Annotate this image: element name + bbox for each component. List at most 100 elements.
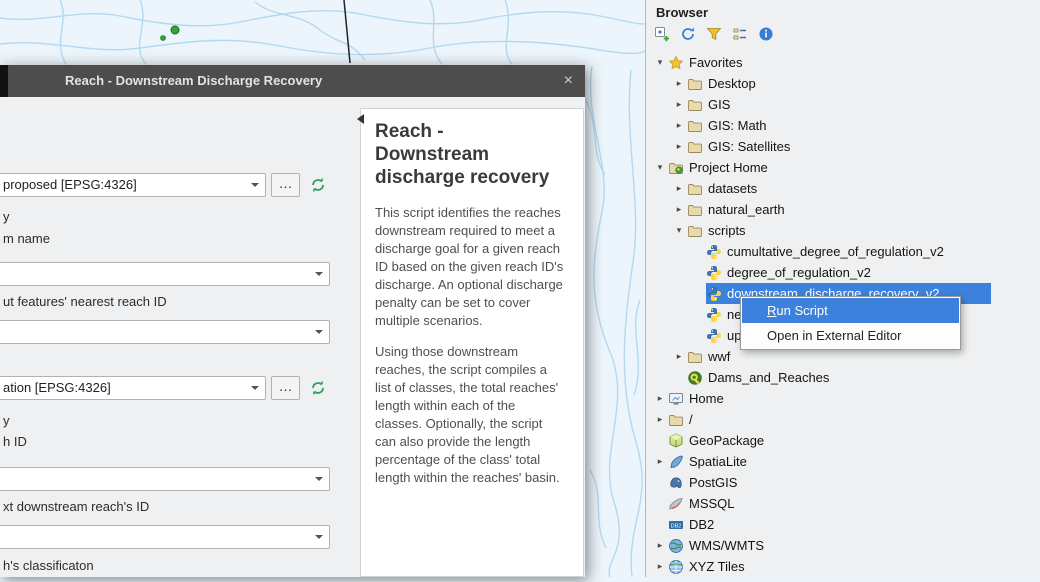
tree-item-db2[interactable]: DB2DB2	[646, 514, 1040, 535]
field-combobox[interactable]	[0, 262, 330, 286]
tree-item-content[interactable]: GIS: Satellites	[687, 136, 793, 157]
expand-arrow-icon[interactable]: ▸	[671, 351, 687, 362]
layer-combobox-value: proposed [EPSG:4326]	[3, 174, 137, 196]
tree-item-content[interactable]: Favorites	[668, 52, 745, 73]
tree-item-content[interactable]: XYZ Tiles	[668, 556, 748, 577]
expand-arrow-icon[interactable]: ▸	[671, 78, 687, 89]
point-combobox-value: ation [EPSG:4326]	[3, 377, 111, 399]
tree-item-label: natural_earth	[708, 199, 785, 220]
browser-panel-title: Browser	[646, 0, 1040, 20]
tree-item-content[interactable]: scripts	[687, 220, 749, 241]
collapse-arrow-icon[interactable]: ▾	[671, 225, 687, 236]
point-combobox[interactable]: ation [EPSG:4326]	[0, 376, 266, 400]
folder-icon	[687, 223, 703, 239]
dialog-body: proposed [EPSG:4326] … y m name ut featu…	[0, 97, 585, 577]
expand-arrow-icon[interactable]: ▸	[671, 99, 687, 110]
tree-item-degree-of-regulation-v2[interactable]: degree_of_regulation_v2	[646, 262, 1040, 283]
tree-item-xyz-tiles[interactable]: ▸ XYZ Tiles	[646, 556, 1040, 577]
tree-item-content[interactable]: Desktop	[687, 73, 759, 94]
reproject-button[interactable]	[304, 376, 331, 400]
mssql-icon	[668, 496, 684, 512]
tree-item-project-home[interactable]: ▾Project Home	[646, 157, 1040, 178]
tree-item-content[interactable]: GIS	[687, 94, 733, 115]
dialog-titlebar[interactable]: Reach - Downstream Discharge Recovery ×	[0, 65, 585, 97]
expand-arrow-icon[interactable]: ▸	[671, 141, 687, 152]
python-icon	[706, 265, 722, 281]
collapse-arrow-icon[interactable]: ▾	[652, 57, 668, 68]
tree-item-content[interactable]: Project Home	[668, 157, 771, 178]
tree-item-label: Favorites	[689, 52, 742, 73]
tree-item-item[interactable]: ▸/	[646, 409, 1040, 430]
tree-item-datasets[interactable]: ▸datasets	[646, 178, 1040, 199]
tree-item-content[interactable]: Dams_and_Reaches	[687, 367, 832, 388]
tree-item-content[interactable]: natural_earth	[687, 199, 788, 220]
properties-widget-icon[interactable]	[757, 25, 775, 43]
tree-item-home[interactable]: ▸Home	[646, 388, 1040, 409]
tree-item-wms-wmts[interactable]: ▸WMS/WMTS	[646, 535, 1040, 556]
folder-icon	[687, 118, 703, 134]
expand-arrow-icon[interactable]: ▸	[671, 204, 687, 215]
collapse-arrow-icon[interactable]: ▾	[652, 162, 668, 173]
tree-item-content[interactable]: MSSQL	[668, 493, 738, 514]
close-icon[interactable]: ×	[564, 65, 573, 97]
field-combobox[interactable]	[0, 467, 330, 491]
param-label-fragment: xt downstream reach's ID	[3, 499, 149, 514]
tree-item-content[interactable]: Home	[668, 388, 727, 409]
tree-item-content[interactable]: /	[668, 409, 696, 430]
expand-arrow-icon[interactable]: ▸	[671, 183, 687, 194]
tree-item-content[interactable]: degree_of_regulation_v2	[706, 262, 874, 283]
browse-button[interactable]: …	[271, 376, 300, 400]
menu-item-open-in-external-editor[interactable]: Open in External Editor	[742, 323, 959, 348]
tree-item-content[interactable]: DB2DB2	[668, 514, 717, 535]
tree-item-content[interactable]: wwf	[687, 346, 733, 367]
tree-item-content[interactable]: WMS/WMTS	[668, 535, 767, 556]
tree-item-label: /	[689, 409, 693, 430]
tree-item-favorites[interactable]: ▾ Favorites	[646, 52, 1040, 73]
tree-item-mssql[interactable]: MSSQL	[646, 493, 1040, 514]
filter-browser-icon[interactable]	[705, 25, 723, 43]
expand-arrow-icon[interactable]: ▸	[652, 393, 668, 404]
tree-item-dams-and-reaches[interactable]: Dams_and_Reaches	[646, 367, 1040, 388]
tree-item-geopackage[interactable]: GeoPackage	[646, 430, 1040, 451]
tree-item-natural-earth[interactable]: ▸ natural_earth	[646, 199, 1040, 220]
collapse-all-icon[interactable]	[731, 25, 749, 43]
field-combobox[interactable]	[0, 525, 330, 549]
tree-item-content[interactable]: GeoPackage	[668, 430, 767, 451]
tree-item-content[interactable]: PostGIS	[668, 472, 740, 493]
tree-item-scripts[interactable]: ▾scripts	[646, 220, 1040, 241]
tree-item-gis[interactable]: ▸GIS	[646, 94, 1040, 115]
map-point-marker	[171, 26, 179, 34]
tree-item-label: GeoPackage	[689, 430, 764, 451]
param-label-fragment: h ID	[3, 434, 27, 449]
browse-button[interactable]: …	[271, 173, 300, 197]
layer-combobox[interactable]: proposed [EPSG:4326]	[0, 173, 266, 197]
tree-item-desktop[interactable]: ▸Desktop	[646, 73, 1040, 94]
add-selected-layers-icon[interactable]	[653, 25, 671, 43]
refresh-icon[interactable]	[679, 25, 697, 43]
expand-arrow-icon[interactable]: ▸	[652, 456, 668, 467]
tree-item-content[interactable]: cumultative_degree_of_regulation_v2	[706, 241, 947, 262]
tree-item-gis-math[interactable]: ▸GIS: Math	[646, 115, 1040, 136]
tree-item-postgis[interactable]: PostGIS	[646, 472, 1040, 493]
menu-item-run-script[interactable]: Run Script	[742, 298, 959, 323]
tree-item-cumultative-degree-of-regulation-v2[interactable]: cumultative_degree_of_regulation_v2	[646, 241, 1040, 262]
tree-item-label: XYZ Tiles	[689, 556, 745, 577]
tree-item-content[interactable]: ne	[706, 304, 744, 325]
tree-item-content[interactable]: GIS: Math	[687, 115, 770, 136]
tree-item-gis-satellites[interactable]: ▸GIS: Satellites	[646, 136, 1040, 157]
tree-item-content[interactable]: datasets	[687, 178, 760, 199]
tree-item-content[interactable]: up	[706, 325, 744, 346]
expand-arrow-icon[interactable]: ▸	[652, 561, 668, 572]
tree-item-content[interactable]: SpatiaLite	[668, 451, 750, 472]
tree-item-spatialite[interactable]: ▸SpatiaLite	[646, 451, 1040, 472]
field-combobox[interactable]	[0, 320, 330, 344]
splitter-collapse-icon[interactable]	[352, 114, 364, 124]
expand-arrow-icon[interactable]: ▸	[652, 540, 668, 551]
expand-arrow-icon[interactable]: ▸	[652, 414, 668, 425]
chevron-down-icon	[310, 322, 328, 342]
help-panel: Reach - Downstream discharge recovery Th…	[360, 108, 584, 577]
expand-arrow-icon[interactable]: ▸	[671, 120, 687, 131]
param-label-fragment: m name	[3, 231, 50, 246]
reproject-button[interactable]	[304, 173, 331, 197]
tree-item-label: PostGIS	[689, 472, 737, 493]
